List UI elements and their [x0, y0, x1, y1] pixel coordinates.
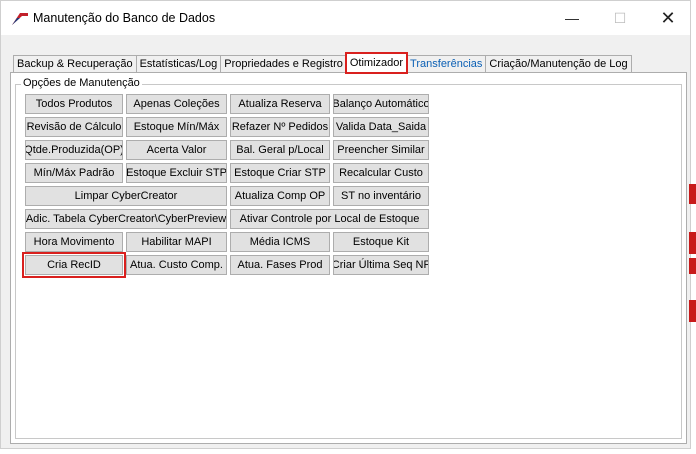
valida-data-saida-button[interactable]: Valida Data_Saida: [333, 117, 429, 137]
min-max-padrao-button[interactable]: Mín/Máx Padrão: [25, 163, 123, 183]
tab-backup-recuperacao[interactable]: Backup & Recuperação: [13, 55, 137, 73]
hora-movimento-button[interactable]: Hora Movimento: [25, 232, 123, 252]
atua-fases-prod-button[interactable]: Atua. Fases Prod: [230, 255, 330, 275]
maximize-button[interactable]: ☐: [597, 1, 643, 35]
estoque-min-max-button[interactable]: Estoque Mín/Máx: [126, 117, 227, 137]
estoque-criar-stp-button[interactable]: Estoque Criar STP: [230, 163, 330, 183]
media-icms-button[interactable]: Média ICMS: [230, 232, 330, 252]
bal-geral-local-button[interactable]: Bal. Geral p/Local: [230, 140, 330, 160]
ativar-controle-local-estoque-button[interactable]: Ativar Controle por Local de Estoque: [230, 209, 429, 229]
tab-criacao-manutencao-log[interactable]: Criação/Manutenção de Log: [485, 55, 632, 73]
atualiza-comp-op-button[interactable]: Atualiza Comp OP: [230, 186, 330, 206]
criar-ultima-seq-nf-button[interactable]: Criar Última Seq NF: [333, 255, 429, 275]
limpar-cybercreator-button[interactable]: Limpar CyberCreator: [25, 186, 227, 206]
group-title: Opções de Manutenção: [21, 77, 142, 89]
preencher-similar-button[interactable]: Preencher Similar: [333, 140, 429, 160]
st-inventario-button[interactable]: ST no inventário: [333, 186, 429, 206]
tab-transferencias[interactable]: Transferências: [406, 55, 487, 73]
window-title: Manutenção do Banco de Dados: [33, 11, 216, 25]
adic-tabela-cybercreator-button[interactable]: Adic. Tabela CyberCreator\CyberPreview: [25, 209, 227, 229]
tab-estatisticas-log[interactable]: Estatísticas/Log: [135, 55, 222, 73]
app-logo-icon: [11, 12, 29, 26]
title-bar: Manutenção do Banco de Dados — ☐ ✕: [1, 1, 690, 35]
atualiza-reserva-button[interactable]: Atualiza Reserva: [230, 94, 330, 114]
tab-propriedades-registro[interactable]: Propriedades e Registro: [220, 55, 347, 73]
close-button[interactable]: ✕: [645, 1, 691, 35]
tab-otimizador[interactable]: Otimizador: [344, 52, 409, 74]
balanco-automatico-button[interactable]: Balanço Automático: [333, 94, 429, 114]
cria-recid-button[interactable]: Cria RecID: [22, 252, 126, 278]
background-red-mark: [689, 184, 696, 204]
acerta-valor-button[interactable]: Acerta Valor: [126, 140, 227, 160]
qtde-produzida-button[interactable]: Qtde.Produzida(OP): [25, 140, 123, 160]
estoque-kit-button[interactable]: Estoque Kit: [333, 232, 429, 252]
minimize-button[interactable]: —: [549, 1, 595, 35]
habilitar-mapi-button[interactable]: Habilitar MAPI: [126, 232, 227, 252]
tab-bar: Backup & Recuperação Estatísticas/Log Pr…: [13, 52, 632, 74]
recalcular-custo-button[interactable]: Recalcular Custo: [333, 163, 429, 183]
background-red-mark: [689, 232, 696, 254]
todos-produtos-button[interactable]: Todos Produtos: [25, 94, 123, 114]
window: Manutenção do Banco de Dados — ☐ ✕ Backu…: [0, 0, 691, 449]
maintenance-options-group: Opções de Manutenção Todos Produtos Apen…: [15, 77, 682, 439]
atua-custo-comp-button[interactable]: Atua. Custo Comp.: [126, 255, 227, 275]
revisao-calculo-button[interactable]: Revisão de Cálculo: [25, 117, 123, 137]
estoque-excluir-stp-button[interactable]: Estoque Excluir STP: [126, 163, 227, 183]
refazer-pedidos-button[interactable]: Refazer Nº Pedidos: [230, 117, 330, 137]
apenas-colecoes-button[interactable]: Apenas Coleções: [126, 94, 227, 114]
background-red-mark: [689, 300, 696, 322]
tab-panel-otimizador: Opções de Manutenção Todos Produtos Apen…: [10, 72, 687, 444]
background-red-mark: [689, 258, 696, 274]
